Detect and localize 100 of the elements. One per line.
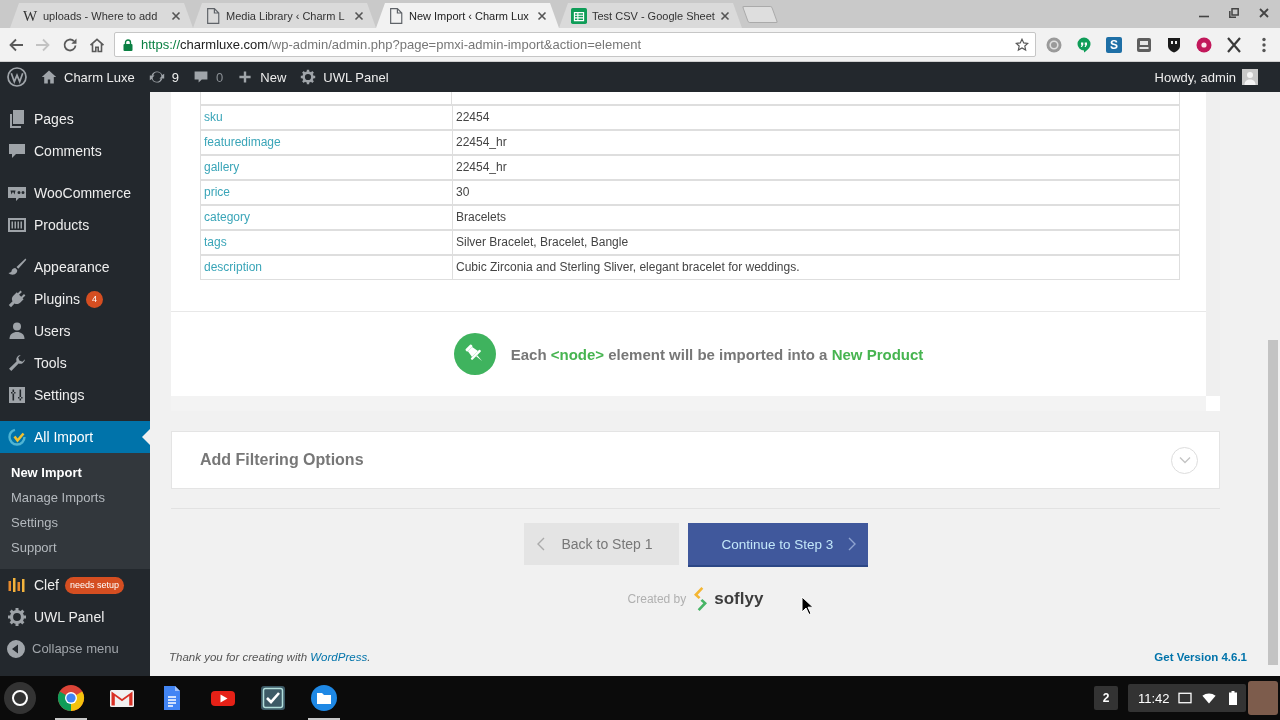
brand-name: soflyy — [714, 589, 764, 609]
speech-bubble-icon — [7, 141, 27, 161]
field-value-cell: Cubic Zirconia and Sterling Sliver, elegant bracelet for weddings. — [453, 255, 1180, 280]
collapse-menu-button[interactable]: Collapse menu — [0, 633, 150, 664]
restore-icon[interactable] — [1229, 8, 1239, 18]
browser-tab[interactable]: Test CSV - Google Sheet — [559, 3, 742, 28]
sidebar-item[interactable]: Clef needs setup — [0, 569, 150, 601]
chevron-down-icon — [1178, 456, 1191, 464]
page-icon — [205, 7, 221, 24]
shield-icon[interactable] — [1166, 36, 1182, 53]
browser-tab[interactable]: Media Library ‹ Charm L — [193, 3, 376, 28]
sidebar-item[interactable]: Tools — [0, 347, 150, 379]
collapse-arrow-icon — [7, 639, 25, 658]
chevron-right-icon — [847, 537, 856, 551]
chat-bubble-icon[interactable] — [1076, 36, 1092, 53]
section-title[interactable]: Add Filtering Options — [200, 451, 364, 469]
sidebar-item[interactable]: Pages — [0, 103, 150, 135]
bookmark-star-icon[interactable] — [1015, 37, 1029, 52]
ring-check-icon — [7, 427, 27, 447]
new-content-link[interactable]: New — [230, 62, 294, 92]
browser-tab[interactable]: W uploads - Where to add — [10, 3, 193, 28]
browser-logo-icon — [57, 684, 86, 712]
speech-bubble-icon — [193, 69, 210, 85]
close-icon[interactable] — [720, 10, 730, 21]
close-icon[interactable] — [1259, 8, 1269, 18]
avatar-icon — [1242, 69, 1258, 85]
field-value-cell: 22454_hr — [453, 155, 1180, 180]
sidebar-item[interactable]: Plugins 4 — [0, 283, 150, 315]
refresh-icon — [148, 69, 165, 85]
sidebar-item[interactable]: WooCommerce — [0, 177, 150, 209]
footer-thanks-text: Thank you for creating with WordPress. — [169, 650, 371, 665]
logo-icon[interactable] — [7, 67, 27, 87]
lock-icon — [123, 38, 133, 51]
comments-link[interactable]: 0 — [186, 62, 231, 92]
x-mark-icon[interactable] — [1226, 36, 1242, 53]
count-badge: 4 — [85, 290, 103, 308]
document-icon[interactable] — [1136, 36, 1152, 53]
reload-icon[interactable] — [62, 36, 78, 53]
sidebar-item[interactable]: Products — [0, 209, 150, 241]
field-name-cell: category — [200, 205, 453, 230]
clock-time: 11:42 — [1138, 690, 1170, 706]
spreadsheet-icon — [571, 7, 587, 24]
extension-badge[interactable]: S — [1106, 36, 1122, 53]
field-value-cell: 30 — [453, 180, 1180, 205]
field-name-cell: tags — [200, 230, 453, 255]
field-value-cell: Bracelets — [453, 205, 1180, 230]
account-menu[interactable]: Howdy, admin — [1147, 62, 1280, 92]
address-field[interactable]: https://charmluxe.com/wp-admin/admin.php?page=pmxi-admin-import&action=element — [114, 32, 1036, 57]
status-tray[interactable]: 11:42 — [1128, 684, 1246, 712]
paintbrush-icon — [7, 257, 27, 277]
field-name-cell: price — [200, 180, 453, 205]
menu-icon[interactable] — [1262, 36, 1266, 53]
close-icon[interactable] — [354, 10, 364, 21]
wrench-icon — [7, 353, 27, 373]
continue-button[interactable]: Continue to Step 3 — [687, 523, 868, 567]
home-icon[interactable] — [89, 36, 105, 53]
panel-link[interactable]: UWL Panel — [293, 62, 396, 92]
pushpin-icon — [453, 333, 496, 375]
submenu-item[interactable]: Support — [0, 535, 150, 560]
plus-icon — [237, 69, 254, 85]
favicon-letter: W — [22, 7, 38, 24]
sidebar-item[interactable]: Appearance — [0, 251, 150, 283]
scrollbar-thumb[interactable] — [1268, 340, 1278, 665]
sidebar-item[interactable]: Users — [0, 315, 150, 347]
version-link[interactable]: Get Version 4.6.1 — [1154, 648, 1247, 666]
screen-icon — [1177, 692, 1192, 704]
notification-count[interactable]: 2 — [1094, 686, 1118, 710]
sidebar-item[interactable]: All Import — [0, 421, 150, 453]
field-value-cell: Silver Bracelet, Bracelet, Bangle — [453, 230, 1180, 255]
close-icon[interactable] — [171, 10, 181, 21]
field-value-cell: 22454_hr — [453, 130, 1180, 155]
sidebar-item[interactable]: UWL Panel — [0, 601, 150, 633]
browser-tab[interactable]: New Import ‹ Charm Lux — [376, 3, 559, 28]
disc-icon[interactable] — [1196, 36, 1212, 53]
folder-icon — [309, 684, 338, 712]
chevron-left-icon — [536, 537, 545, 551]
bars-icon — [7, 575, 27, 595]
page-icon — [388, 7, 404, 24]
site-name-link[interactable]: Charm Luxe — [34, 62, 142, 92]
field-name-cell: gallery — [200, 155, 453, 180]
launcher-icon[interactable] — [4, 682, 36, 714]
credit-text: Created by — [627, 592, 687, 606]
submenu-item[interactable]: Settings — [0, 510, 150, 535]
sidebar-item[interactable]: Settings — [0, 379, 150, 411]
checkbox-icon — [259, 684, 288, 712]
submenu-item[interactable]: New Import — [0, 460, 150, 485]
submenu-item[interactable]: Manage Imports — [0, 485, 150, 510]
close-icon[interactable] — [537, 10, 547, 21]
sidebar-item[interactable]: Comments — [0, 135, 150, 167]
expand-toggle[interactable] — [1171, 446, 1198, 474]
vertical-scrollbar[interactable] — [1206, 92, 1220, 396]
gear-icon — [7, 607, 27, 627]
field-name-cell: featuredimage — [200, 130, 453, 155]
back-button[interactable]: Back to Step 1 — [523, 523, 679, 565]
updates-link[interactable]: 9 — [141, 62, 187, 92]
gear-icon — [300, 69, 317, 85]
house-icon — [41, 69, 57, 85]
back-icon[interactable] — [8, 36, 24, 53]
field-value-cell: 22454 — [453, 105, 1180, 130]
striped-box-icon — [7, 215, 27, 235]
